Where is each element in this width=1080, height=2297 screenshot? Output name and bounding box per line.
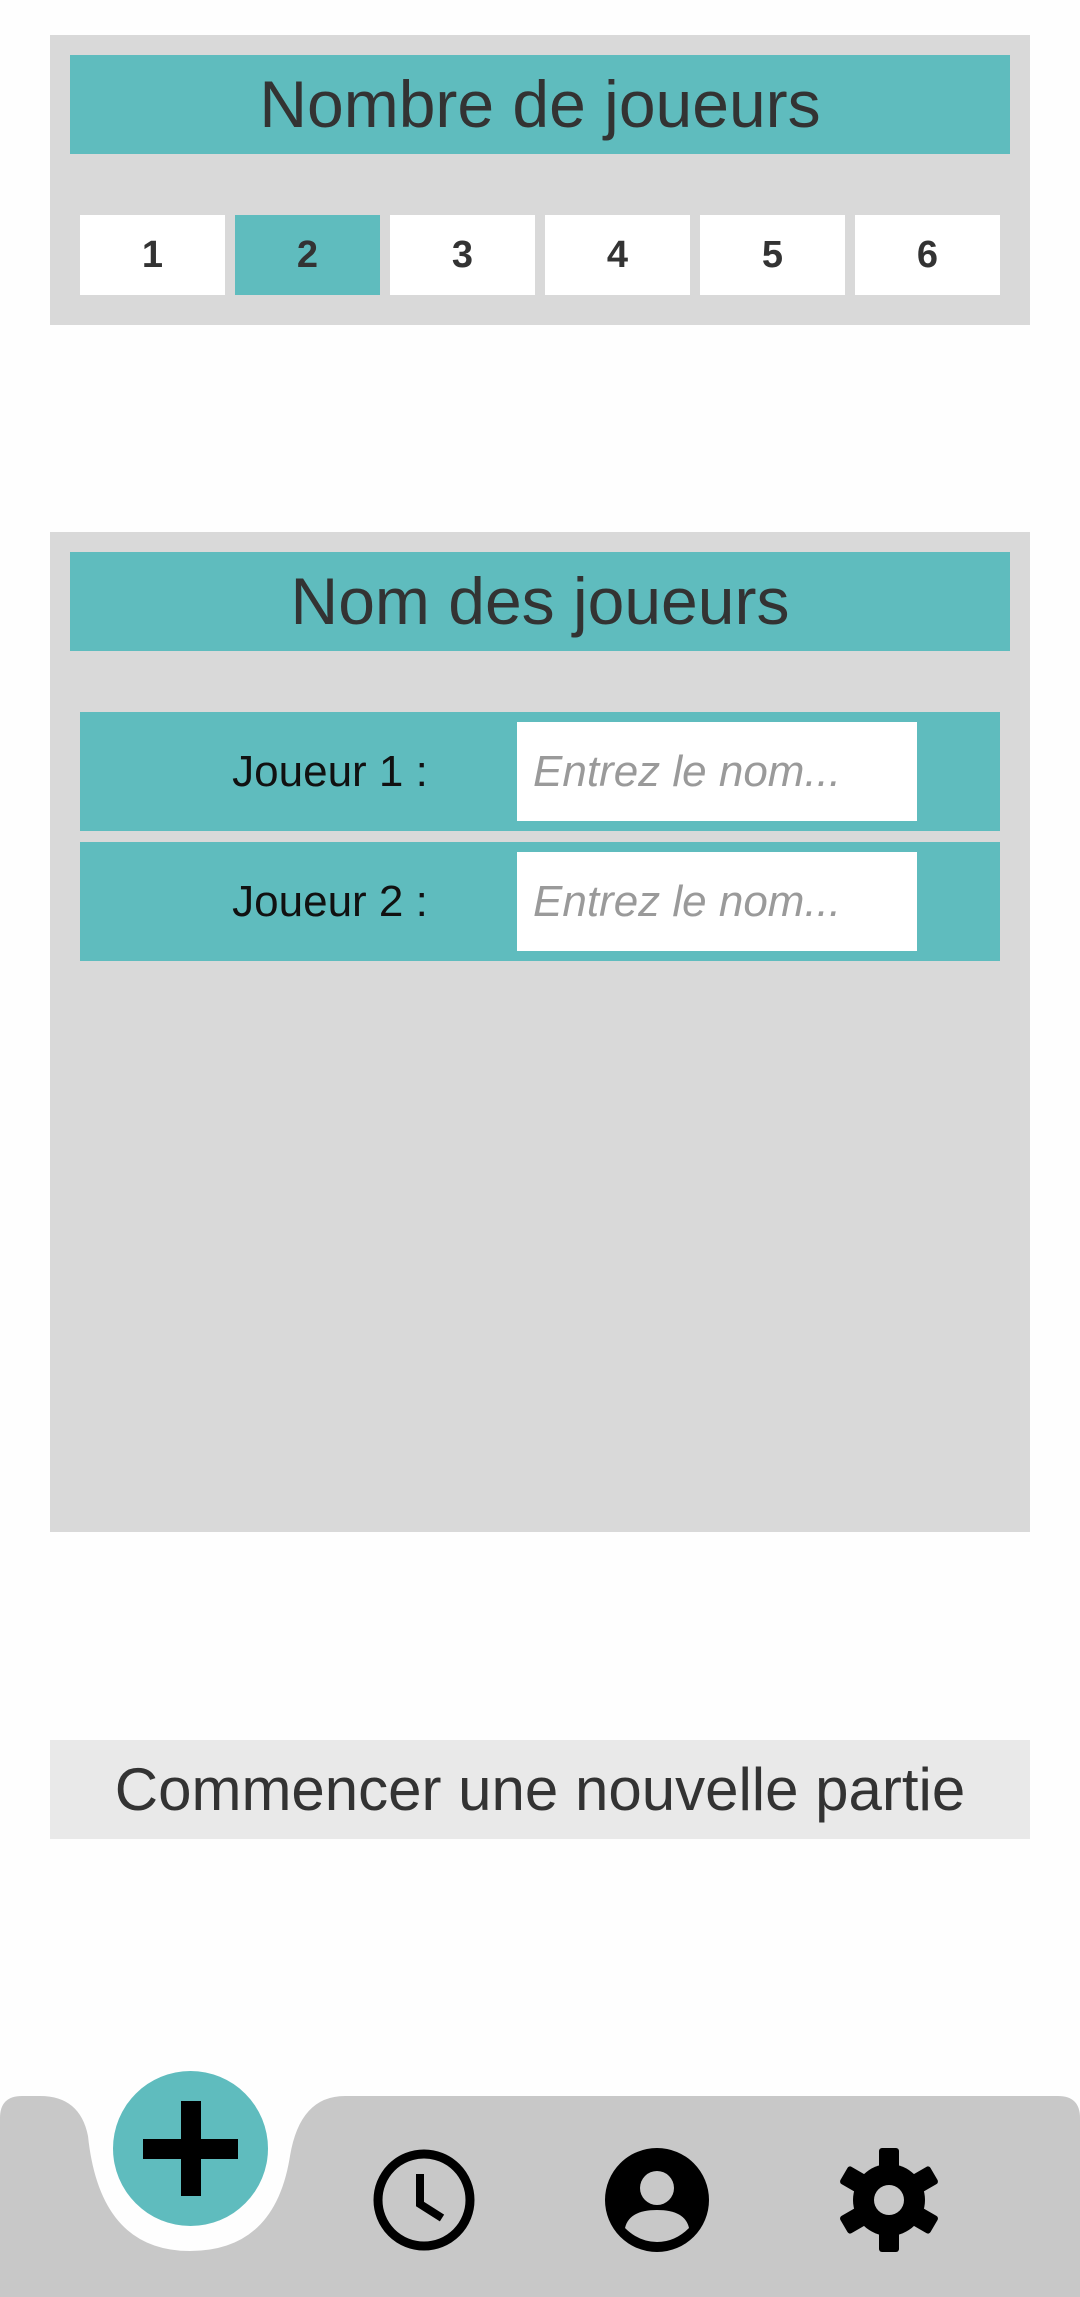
start-new-game-button[interactable]: Commencer une nouvelle partie bbox=[50, 1740, 1030, 1839]
nav-settings[interactable] bbox=[835, 2146, 943, 2254]
plus-icon bbox=[113, 2071, 268, 2226]
player-label-1: Joueur 1 : bbox=[232, 747, 428, 796]
bottom-nav-bar bbox=[0, 2071, 1080, 2297]
nav-new-game[interactable] bbox=[113, 2071, 268, 2226]
player-count-option-6[interactable]: 6 bbox=[855, 215, 1000, 295]
player-name-input-2[interactable] bbox=[517, 852, 917, 951]
account-icon bbox=[605, 2148, 709, 2252]
player-count-selector: 1 2 3 4 5 6 bbox=[80, 215, 1000, 295]
player-names-title: Nom des joueurs bbox=[70, 552, 1010, 651]
clock-icon bbox=[373, 2149, 475, 2251]
player-row-2: Joueur 2 : bbox=[80, 842, 1000, 961]
player-count-panel: Nombre de joueurs 1 2 3 4 5 6 bbox=[50, 35, 1030, 325]
player-count-title: Nombre de joueurs bbox=[70, 55, 1010, 154]
gear-icon bbox=[840, 2148, 938, 2252]
player-count-option-1[interactable]: 1 bbox=[80, 215, 225, 295]
new-game-screen: Nombre de joueurs 1 2 3 4 5 6 Nom des jo… bbox=[0, 0, 1080, 2297]
player-count-option-3[interactable]: 3 bbox=[390, 215, 535, 295]
player-count-option-4[interactable]: 4 bbox=[545, 215, 690, 295]
player-name-input-1[interactable] bbox=[517, 722, 917, 821]
player-label-2: Joueur 2 : bbox=[232, 877, 428, 926]
player-row-1: Joueur 1 : bbox=[80, 712, 1000, 831]
player-names-panel: Nom des joueurs Joueur 1 : Joueur 2 : bbox=[50, 532, 1030, 1532]
player-count-option-2[interactable]: 2 bbox=[235, 215, 380, 295]
nav-profile[interactable] bbox=[603, 2146, 711, 2254]
player-count-option-5[interactable]: 5 bbox=[700, 215, 845, 295]
nav-history[interactable] bbox=[370, 2146, 478, 2254]
